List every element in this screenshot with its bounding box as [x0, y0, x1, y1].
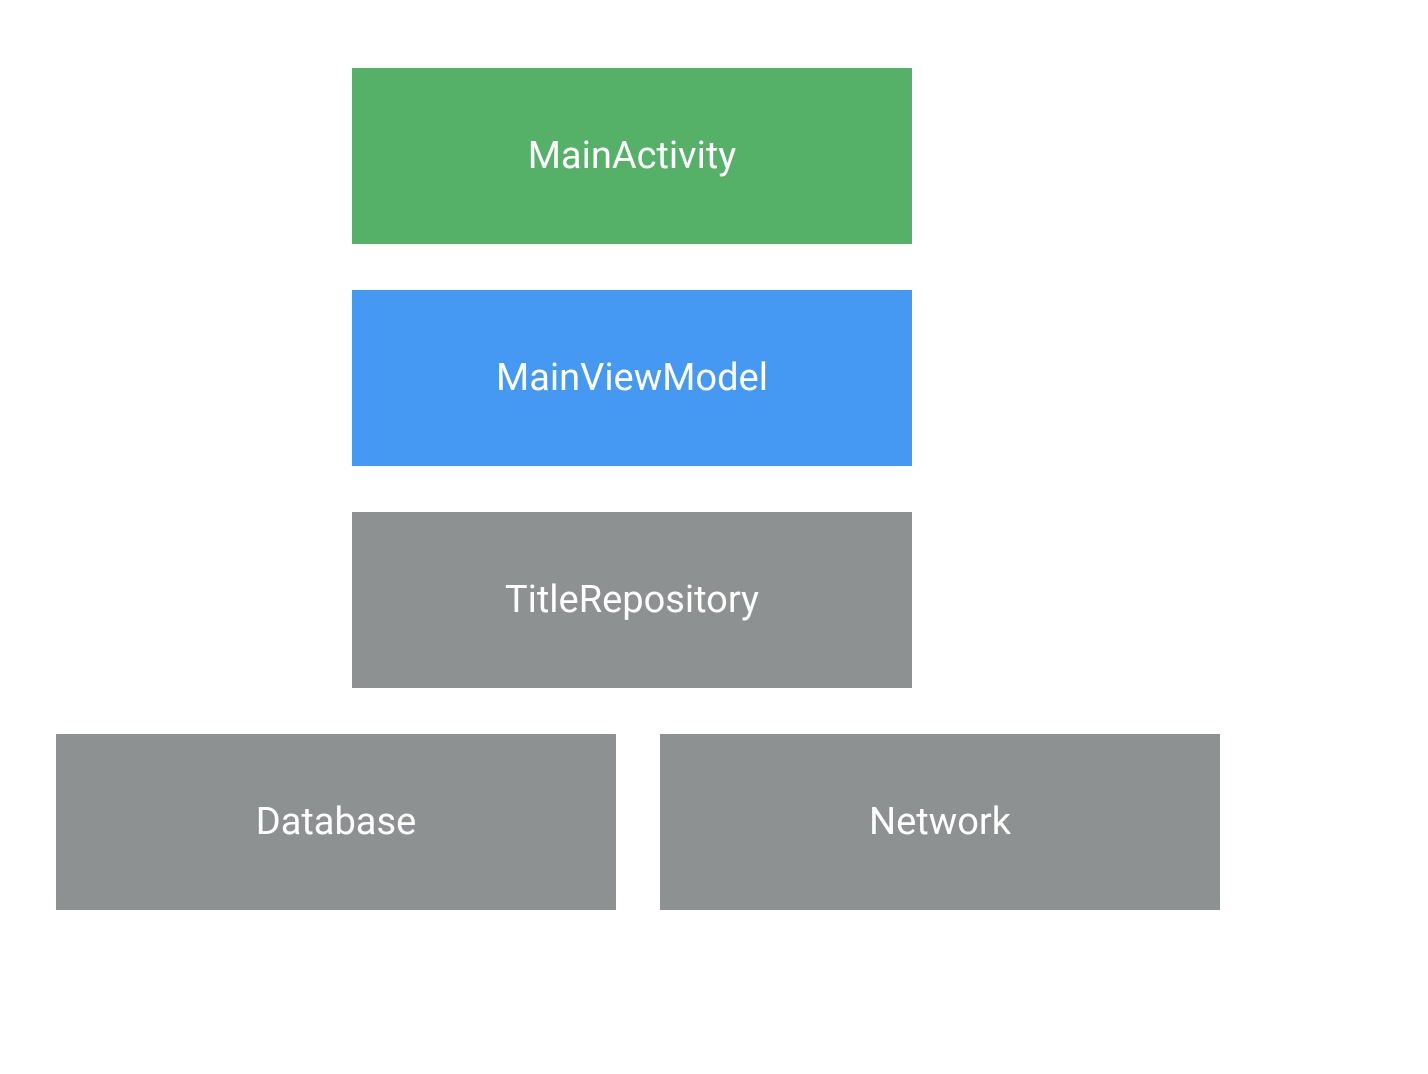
main-viewmodel-box: MainViewModel — [352, 290, 912, 466]
main-activity-box: MainActivity — [352, 68, 912, 244]
title-repository-box: TitleRepository — [352, 512, 912, 688]
database-box: Database — [56, 734, 616, 910]
network-box: Network — [660, 734, 1220, 910]
architecture-diagram: MainActivity MainViewModel TitleReposito… — [0, 0, 1428, 1074]
